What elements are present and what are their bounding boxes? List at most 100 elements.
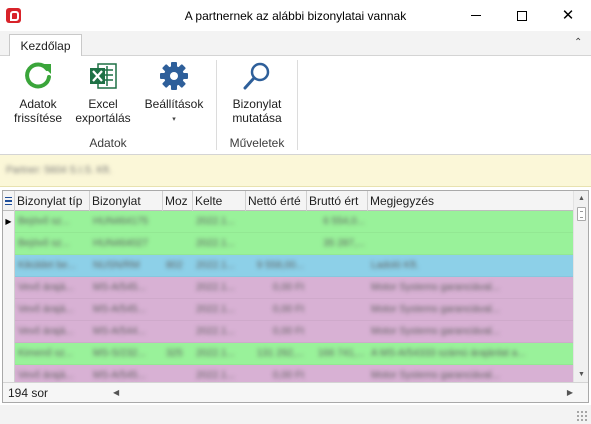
ribbon-collapse-icon[interactable]: ⌃ (574, 37, 582, 48)
excel-export-button[interactable]: Excel exportálás (72, 60, 134, 125)
scroll-left-icon[interactable]: ◀ (113, 385, 119, 400)
column-header-doc-type[interactable]: Bizonylat típ (15, 191, 90, 211)
column-header-gross-value[interactable]: Bruttó ért (307, 191, 368, 211)
cell-note: Motor Systems garanciával... (371, 326, 500, 337)
cell-net-value: 0,00 Ft (272, 304, 304, 315)
refresh-label-line1: Adatok (19, 97, 57, 111)
excel-label-line1: Excel (88, 97, 118, 111)
grid-header: Bizonylat típ Bizonylat Moz Kelte Nettó … (3, 191, 573, 211)
table-row[interactable]: Bejövő sz... HUN464027 2022.1... 35 287,... (3, 233, 573, 255)
cell-movement (163, 211, 193, 233)
title-bar: A partnernek az alábbi bizonylatai vanna… (0, 0, 591, 31)
cell-date: 2022.1... (196, 326, 235, 337)
cell-doc-type: Kimenő sz... (18, 348, 74, 359)
cell-note (368, 233, 573, 255)
cell-net-value (246, 211, 307, 233)
table-row[interactable]: Kiküldet be... NUSN/RM 802 2022.1... 9 558,0… (3, 255, 573, 277)
refresh-data-button[interactable]: Adatok frissítése (10, 60, 66, 125)
table-row[interactable]: Vevő árajá... MS-A/545... 2022.1... 0,00 Ft… (3, 277, 573, 299)
cell-gross-value (307, 299, 368, 321)
cell-movement (163, 321, 193, 343)
scroll-up-icon[interactable]: ▲ (574, 191, 589, 206)
refresh-label-line2: frissítése (13, 111, 62, 125)
cell-doc-number: HUN464027 (93, 238, 149, 249)
show-document-button[interactable]: Bizonylat mutatása (225, 60, 289, 125)
cell-note: Motor Systems garanciával... (371, 282, 500, 293)
tab-kezdolap[interactable]: Kezdőlap (9, 34, 82, 57)
settings-label: Beállítások (144, 97, 204, 111)
ribbon: Adatok frissítése Excel exportálás Beáll… (0, 56, 591, 155)
cell-doc-type: Vevő árajá... (18, 326, 74, 337)
cell-doc-number: HUN464175 (93, 216, 149, 227)
row-indicator[interactable]: ▶ (3, 211, 15, 233)
column-header-date[interactable]: Kelte (193, 191, 246, 211)
cell-net-value: 0,00 Ft (272, 282, 304, 293)
cell-note (368, 211, 573, 233)
cell-date: 2022.1... (196, 238, 235, 249)
scroll-down-icon[interactable]: ▼ (574, 367, 589, 382)
cell-note: Ladoló Kft. (371, 260, 419, 271)
scroll-thumb[interactable] (577, 207, 586, 221)
row-indicator[interactable] (3, 277, 15, 299)
table-row[interactable]: Vevő árajá... MS-A/545... 2022.1... 0,00 Ft… (3, 299, 573, 321)
cell-net-value (246, 233, 307, 255)
cell-note: A MS-A/54333 számú árajánlat a... (371, 348, 526, 359)
vertical-scrollbar[interactable]: ▲ ▼ (573, 191, 588, 382)
settings-dropdown-icon[interactable]: ▾ (142, 113, 206, 127)
partner-name: Partner: 5604 S.I.S. Kft. (6, 165, 112, 176)
cell-doc-type: Vevő árajá... (18, 282, 74, 293)
row-indicator[interactable] (3, 321, 15, 343)
cell-doc-type: Vevő árajá... (18, 304, 74, 315)
magnifier-icon (243, 62, 270, 90)
row-indicator[interactable] (3, 255, 15, 277)
row-indicator[interactable] (3, 299, 15, 321)
cell-movement: 802 (166, 260, 183, 271)
cell-gross-value: 6 554,0... (323, 216, 365, 227)
ribbon-group-separator (297, 60, 298, 150)
cell-date: 2022.1... (196, 304, 235, 315)
column-header-net-value[interactable]: Nettó érté (246, 191, 307, 211)
settings-button[interactable]: Beállítások ▾ (142, 60, 206, 127)
show-document-label-line1: Bizonylat (232, 97, 282, 111)
group-label-adatok: Adatok (89, 136, 127, 150)
maximize-button[interactable] (499, 0, 545, 31)
cell-date: 2022.1... (196, 282, 235, 293)
column-header-note[interactable]: Megjegyzés (368, 191, 573, 211)
column-chooser-icon[interactable] (3, 191, 15, 211)
table-row[interactable]: Vevő árajá... MS-A/544... 2022.1... 0,00 Ft… (3, 321, 573, 343)
gear-icon (160, 62, 188, 90)
close-button[interactable]: ✕ (545, 0, 591, 31)
ribbon-tab-strip: Kezdőlap ⌃ (0, 31, 591, 57)
row-indicator[interactable] (3, 343, 15, 365)
cell-gross-value: 35 287,... (323, 238, 365, 249)
table-row[interactable]: Kimenő sz... MS-S/232... 325 2022.1... 131 2… (3, 343, 573, 365)
window-status-bar (0, 405, 591, 424)
documents-grid[interactable]: Bizonylat típ Bizonylat Moz Kelte Nettó … (2, 190, 589, 403)
resize-grip-icon[interactable] (576, 410, 587, 421)
close-icon: ✕ (561, 7, 575, 24)
cell-doc-type: Bejövő sz... (18, 238, 70, 249)
column-header-movement[interactable]: Moz (163, 191, 193, 211)
table-row[interactable]: ▶ Bejövő sz... HUN464175 2022.1... 6 554,0..… (3, 211, 573, 233)
minimize-icon (471, 15, 481, 16)
cell-date: 2022.1... (196, 348, 235, 359)
horizontal-scrollbar[interactable]: ◀ ▶ (113, 385, 573, 400)
cell-movement (163, 233, 193, 255)
cell-movement (163, 277, 193, 299)
cell-doc-type: Bejövő sz... (18, 216, 70, 227)
grid-footer: 194 sor ◀ ▶ (3, 382, 588, 402)
partner-info-bar: Partner: 5604 S.I.S. Kft. (0, 155, 591, 187)
cell-movement (163, 299, 193, 321)
excel-icon (90, 63, 117, 89)
cell-note: Motor Systems garanciával... (371, 304, 500, 315)
cell-gross-value (307, 255, 368, 277)
cell-doc-number: MS-A/544... (93, 326, 146, 337)
row-indicator[interactable] (3, 233, 15, 255)
cell-doc-type: Kiküldet be... (18, 260, 76, 271)
column-header-doc-number[interactable]: Bizonylat (90, 191, 163, 211)
show-document-label-line2: mutatása (232, 111, 282, 125)
excel-label-line2: exportálás (75, 111, 131, 125)
scroll-right-icon[interactable]: ▶ (567, 385, 573, 400)
maximize-icon (517, 10, 527, 21)
minimize-button[interactable] (453, 0, 499, 31)
